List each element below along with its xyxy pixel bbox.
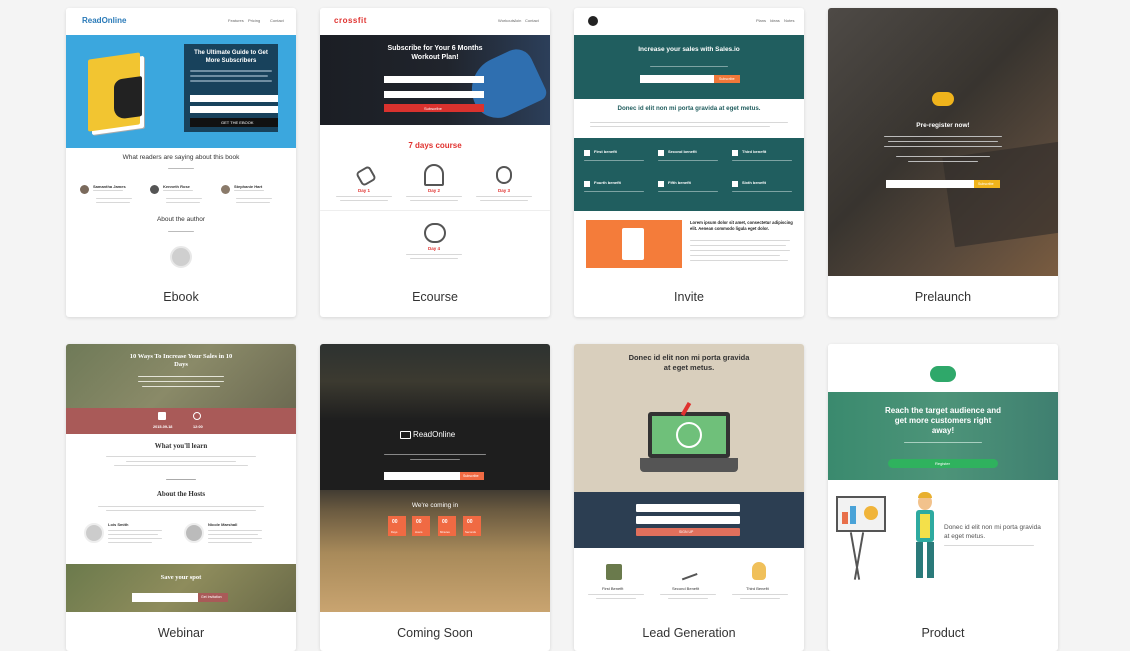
logo: ReadOnline [413, 430, 456, 439]
template-label: Webinar [157, 626, 205, 640]
template-preview-prelaunch[interactable]: Pre-register now! Subscribe [828, 8, 1058, 276]
template-card-webinar[interactable]: 10 Ways To Increase Your Sales in 10 Day… [66, 344, 296, 651]
template-card-invite[interactable]: Plans Ideas Notes Increase your sales wi… [574, 8, 804, 317]
event-date: 2015-09-18 [153, 425, 173, 429]
cta-button: Subscribe [463, 474, 479, 478]
template-card-lead-generation[interactable]: Donec id elit non mi porta gravida at eg… [574, 344, 804, 651]
cloud-logo-icon [932, 92, 954, 106]
book-icon [400, 431, 411, 439]
author-title: About the author [156, 216, 206, 223]
save-spot-section [66, 564, 296, 612]
event-time: 12:00 [193, 425, 203, 429]
template-card-product[interactable]: Reach the target audience and get more c… [828, 344, 1058, 651]
cta-button: Register [935, 461, 950, 466]
template-preview-webinar[interactable]: 10 Ways To Increase Your Sales in 10 Day… [66, 344, 296, 612]
author-avatar [170, 246, 192, 268]
cta-button: Get Invitation [201, 595, 222, 599]
hero-headline: Subscribe for Your 6 Months Workout Plan… [387, 45, 483, 61]
template-card-prelaunch[interactable]: Pre-register now! Subscribe Prelaunch [828, 8, 1058, 317]
template-gallery: ReadOnline Features Pricing Contact The … [0, 0, 1130, 651]
host-avatar [184, 523, 204, 543]
hero-headline: 10 Ways To Increase Your Sales in 10 Day… [129, 353, 233, 368]
logo: crossfit [334, 16, 367, 25]
date-bar [66, 408, 296, 434]
template-preview-product[interactable]: Reach the target audience and get more c… [828, 344, 1058, 612]
cloud-logo-icon [930, 366, 956, 382]
template-preview-coming-soon[interactable]: ReadOnline Subscribe We're coming in 00 … [320, 344, 550, 612]
template-label: Product [921, 626, 965, 640]
hero-headline: Increase your sales with Sales.io [638, 46, 740, 53]
save-title: Save your spot [160, 574, 202, 581]
section-title: What you'll learn [154, 442, 208, 450]
template-preview-invite[interactable]: Plans Ideas Notes Increase your sales wi… [574, 8, 804, 276]
template-preview-ecourse[interactable]: crossfit Workouts Join Contact Subscribe… [320, 8, 550, 276]
template-card-coming-soon[interactable]: ReadOnline Subscribe We're coming in 00 … [320, 344, 550, 651]
section-title: Donec id elit non mi porta gravida at eg… [617, 105, 761, 112]
section-title: What readers are saying about this book [122, 154, 240, 161]
logo: ReadOnline [82, 16, 127, 25]
hero-section [574, 35, 804, 99]
host-avatar [84, 523, 104, 543]
coming-title: We're coming in [411, 502, 459, 509]
cta-button: Subscribe [978, 182, 994, 186]
body-heading: Donec id elit non mi porta gravida at eg… [944, 524, 1041, 540]
hosts-title: About the Hosts [156, 490, 206, 498]
cta-button: GET THE EBOOK [221, 120, 254, 125]
body-heading: Lorem ipsum dolor sit amet, consectetur … [690, 220, 793, 231]
template-label: Coming Soon [397, 626, 473, 640]
hero-headline: Reach the target audience and get more c… [884, 406, 1002, 435]
template-preview-ebook[interactable]: ReadOnline Features Pricing Contact The … [66, 8, 296, 276]
hero-headline: The Ultimate Guide to Get More Subscribe… [194, 50, 268, 64]
template-card-ecourse[interactable]: crossfit Workouts Join Contact Subscribe… [320, 8, 550, 317]
template-label: Prelaunch [914, 290, 972, 304]
template-label: Lead Generation [642, 626, 736, 640]
hero-headline: Donec id elit non mi porta gravida at eg… [628, 353, 750, 372]
template-label: Invite [674, 290, 704, 304]
template-label: Ecourse [412, 290, 458, 304]
section-title: 7 days course [408, 141, 462, 150]
template-card-ebook[interactable]: ReadOnline Features Pricing Contact The … [66, 8, 296, 317]
cta-button: SIGN UP [679, 530, 694, 534]
template-label: Ebook [163, 290, 199, 304]
template-preview-lead-generation[interactable]: Donec id elit non mi porta gravida at eg… [574, 344, 804, 612]
cta-button: Subscribe [424, 106, 442, 111]
logo-icon [588, 16, 598, 26]
hero-headline: Pre-register now! [916, 122, 970, 129]
